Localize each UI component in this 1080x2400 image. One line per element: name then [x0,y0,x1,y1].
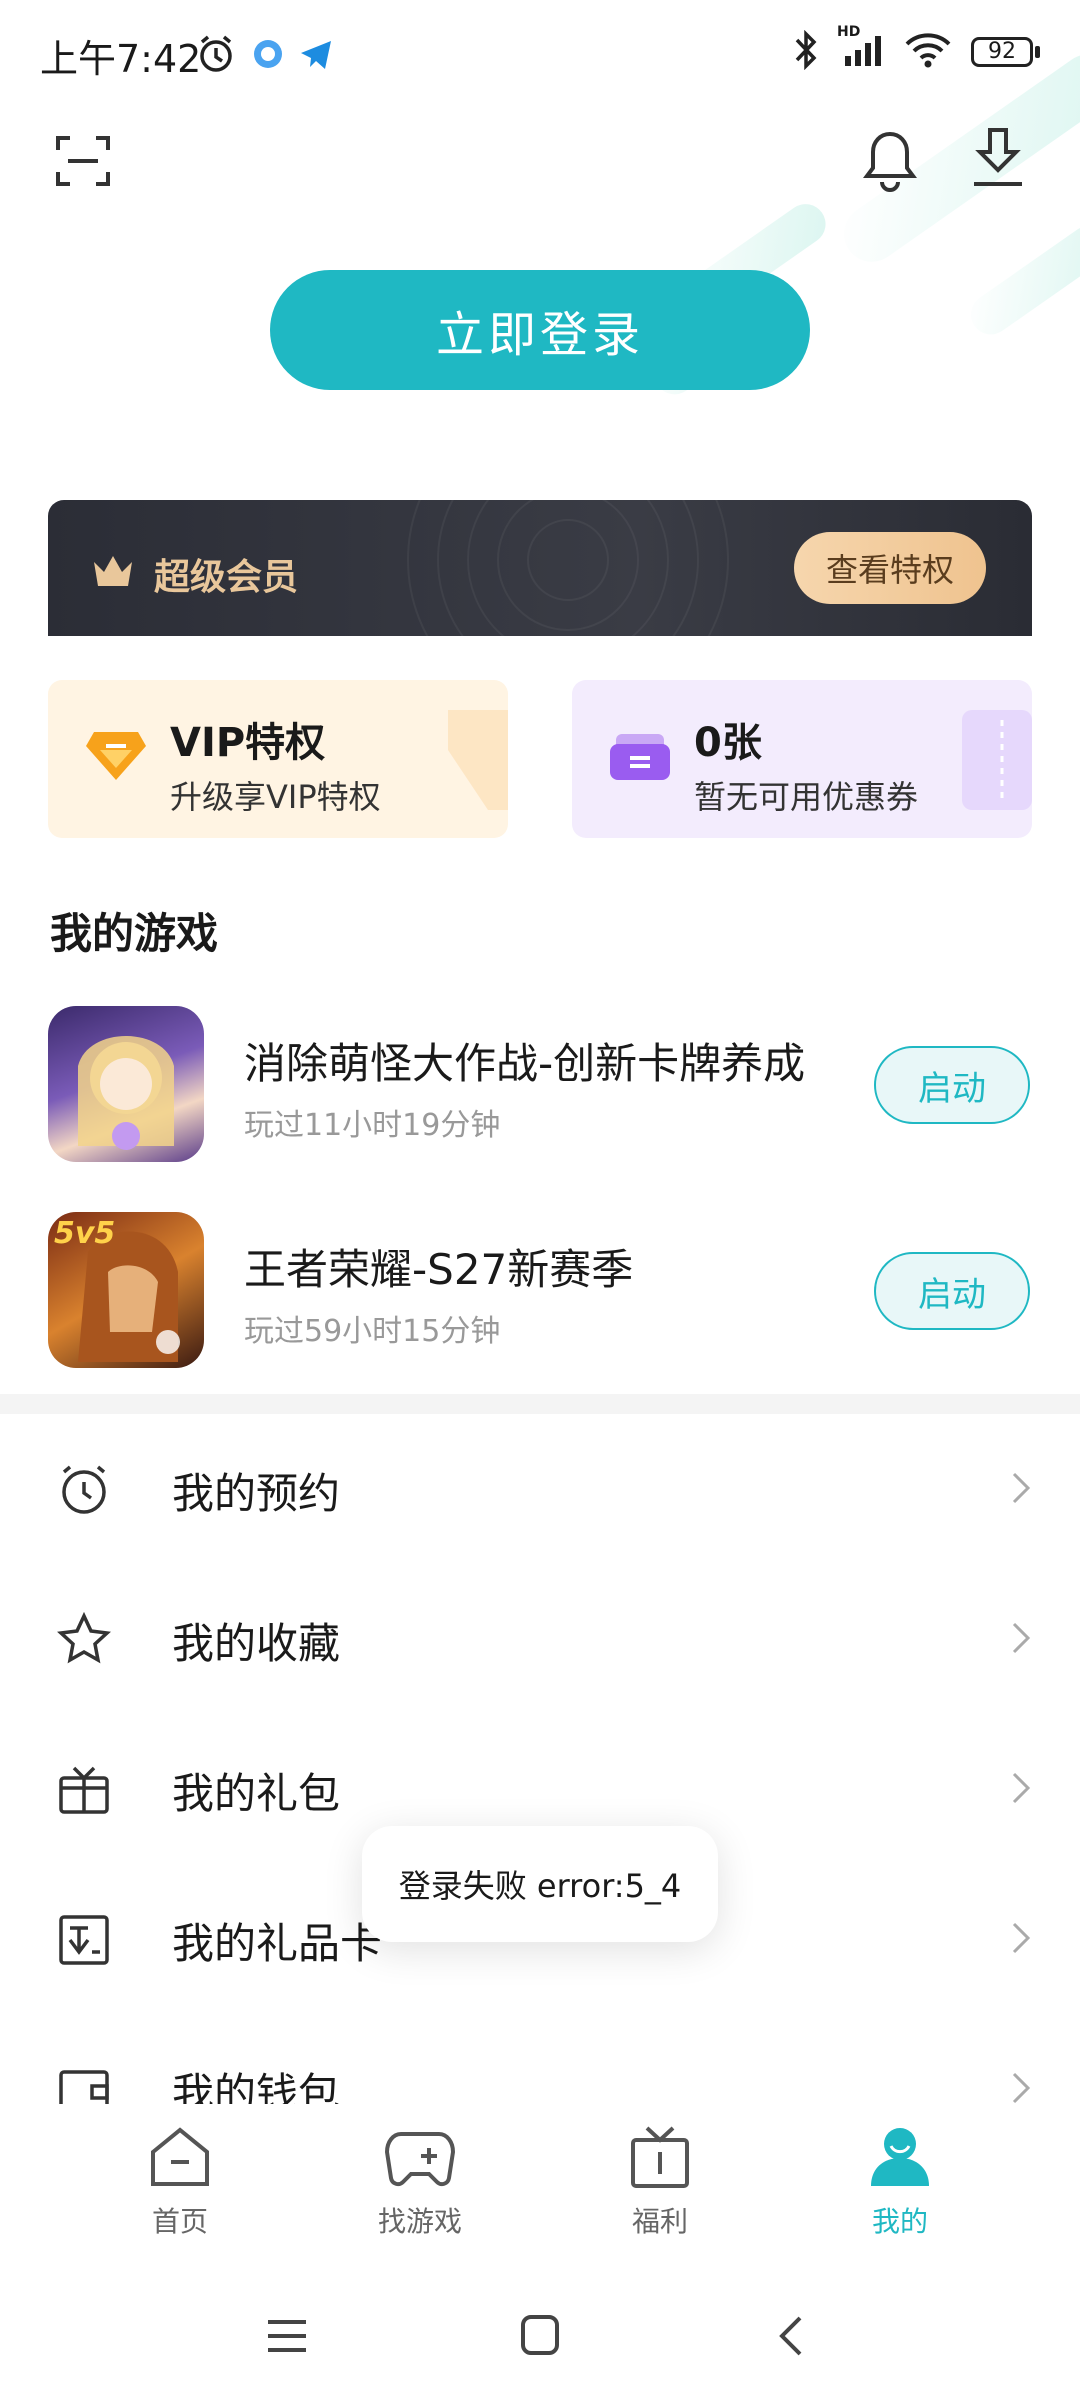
game-playtime: 玩过11小时19分钟 [244,1108,501,1143]
home-nav-icon[interactable] [520,2314,560,2356]
view-privileges-button[interactable]: 查看特权 [794,532,986,604]
login-button[interactable]: 立即登录 [270,270,810,390]
menu-label: 我的钱包 [172,2069,341,2104]
launch-button[interactable]: 启动 [874,1046,1030,1124]
chevron-right-icon [1012,1772,1031,1804]
chevron-right-icon [1012,1622,1031,1654]
coupon-tile[interactable]: 0张 暂无可用优惠券 [572,680,1032,838]
menu-label: 我的礼品卡 [172,1919,383,1968]
error-toast: 登录失败 error:5_4 [362,1826,718,1942]
telegram-notification-icon [298,36,334,76]
game-icon-anime[interactable] [48,1006,204,1162]
wallet-icon [59,2070,109,2104]
tile-subtitle: 暂无可用优惠券 [694,778,919,816]
coupon-icon [610,734,670,780]
tile-decoration [962,710,1032,810]
tab-home[interactable]: 首页 [90,2124,270,2240]
home-icon [151,2127,209,2186]
tab-label: 首页 [151,2205,208,2238]
tile-subtitle: 升级享VIP特权 [170,778,381,816]
bluetooth-icon [793,29,819,74]
tile-title: VIP特权 [170,720,326,766]
menu-label: 我的预约 [172,1469,341,1518]
back-nav-icon[interactable] [776,2314,806,2358]
vip-title: 超级会员 [154,557,299,598]
bottom-tab-bar: 首页 找游戏 福利 我的 [0,2104,1080,2274]
cellular-signal-icon: HD [837,24,885,74]
menu-label: 我的收藏 [172,1619,341,1668]
alarm-clock-icon [62,1465,106,1514]
profile-icon [871,2128,929,2186]
menu-label: 我的礼包 [172,1769,341,1818]
game-name: 消除萌怪大作战-创新卡牌养成 [244,1039,806,1088]
menu-nav-icon[interactable] [266,2316,308,2356]
game-name: 王者荣耀-S27新赛季 [244,1245,634,1294]
alarm-status-icon [196,34,236,78]
tile-decoration [448,710,508,810]
tab-label: 我的 [871,2205,928,2238]
chevron-right-icon [1012,1472,1031,1504]
tab-label: 找游戏 [377,2205,462,2238]
system-nav-bar [0,2272,1080,2400]
game-badge: 5v5 [54,1216,116,1251]
gift-icon [631,2126,689,2188]
header-decoration [962,217,1080,343]
menu-item-wallet[interactable]: 我的钱包 [0,2014,1080,2104]
launch-button[interactable]: 启动 [874,1252,1030,1330]
tab-mine[interactable]: 我的 [810,2124,990,2240]
tab-welfare[interactable]: 福利 [570,2124,750,2240]
section-divider [0,1394,1080,1414]
app-notification-icon [250,36,286,76]
scan-icon[interactable] [54,132,112,194]
status-time: 上午7:42 [40,37,202,81]
status-icons: HD 92 [793,24,1040,74]
game-icon-honor-of-kings[interactable]: 5v5 [48,1212,204,1368]
tile-title: 0张 [694,720,762,766]
bell-icon[interactable] [862,128,918,196]
star-icon [57,1612,111,1664]
tab-label: 福利 [631,2205,688,2238]
vip-privilege-tile[interactable]: VIP特权 升级享VIP特权 [48,680,508,838]
battery-level: 92 [971,37,1033,67]
chevron-right-icon [1012,1922,1031,1954]
chevron-right-icon [1012,2072,1031,2104]
my-games-title: 我的游戏 [50,909,219,958]
menu-item-reservations[interactable]: 我的预约 [0,1414,1080,1564]
menu-item-favorites[interactable]: 我的收藏 [0,1564,1080,1714]
battery-icon: 92 [971,37,1040,67]
gift-card-icon [59,1915,109,1965]
gamepad-icon [384,2132,456,2187]
tab-find-games[interactable]: 找游戏 [330,2124,510,2240]
download-icon[interactable] [968,126,1028,194]
gift-box-icon [59,1766,109,1814]
wifi-icon [903,30,953,74]
network-label: HD [837,24,861,40]
game-playtime: 玩过59小时15分钟 [244,1314,501,1349]
crown-icon [90,550,136,594]
diamond-icon [86,732,146,780]
